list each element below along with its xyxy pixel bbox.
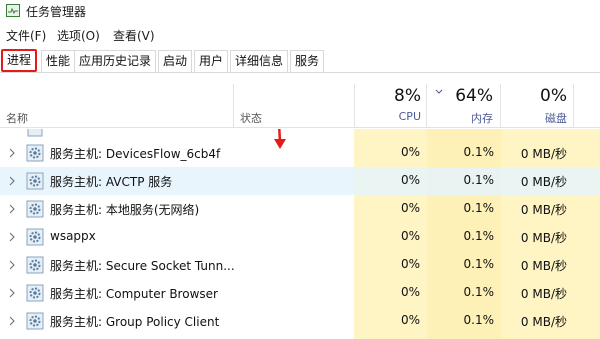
table-row[interactable]: 服务主机: Computer Browser 0% 0.1% 0 MB/秒 bbox=[0, 279, 600, 307]
red-arrow-down-icon bbox=[274, 129, 286, 149]
cell-memory: 0.1% bbox=[463, 257, 495, 271]
cell-memory: 0.1% bbox=[463, 229, 495, 243]
table-row[interactable]: 服务主机: Group Policy Client 0% 0.1% 0 MB/秒 bbox=[0, 307, 600, 335]
title-bar: 任务管理器 bbox=[0, 0, 600, 22]
process-name: 服务主机: DevicesFlow_6cb4f bbox=[50, 147, 221, 161]
column-divider[interactable] bbox=[233, 84, 234, 128]
cell-disk: 0 MB/秒 bbox=[520, 147, 567, 161]
header-disk-label[interactable]: 磁盘 bbox=[501, 110, 567, 126]
cell-cpu: 0% bbox=[400, 257, 420, 271]
cell-memory: 0.1% bbox=[463, 285, 495, 299]
table-row[interactable]: 服务主机: Secure Socket Tunn... 0% 0.1% 0 MB/秒 bbox=[0, 251, 600, 279]
cell-cpu: 0% bbox=[400, 229, 420, 243]
chevron-right-icon[interactable] bbox=[8, 176, 16, 186]
cell-cpu: 0% bbox=[400, 285, 420, 299]
cell-cpu: 0% bbox=[400, 145, 420, 159]
cell-memory: 0.1% bbox=[463, 313, 495, 327]
header-cpu-label[interactable]: CPU bbox=[355, 110, 421, 123]
header-status[interactable]: 状态 bbox=[240, 110, 262, 126]
chevron-right-icon[interactable] bbox=[8, 316, 16, 326]
gear-icon bbox=[26, 228, 44, 246]
gear-icon bbox=[26, 144, 44, 162]
column-header: 名称 状态 8% CPU 64% 内存 0% 磁盘 bbox=[0, 84, 600, 128]
menu-file[interactable]: 文件(F) bbox=[6, 27, 46, 44]
cell-disk: 0 MB/秒 bbox=[520, 315, 567, 329]
cell-cpu: 0% bbox=[400, 173, 420, 187]
cell-memory: 0.1% bbox=[463, 145, 495, 159]
header-disk-percent[interactable]: 0% bbox=[501, 86, 567, 106]
table-row[interactable]: 服务主机: 本地服务(无网络) 0% 0.1% 0 MB/秒 bbox=[0, 195, 600, 223]
chevron-right-icon[interactable] bbox=[8, 288, 16, 298]
menu-bar: 文件(F) 选项(O) 查看(V) bbox=[0, 25, 600, 45]
tab-processes[interactable]: 进程 bbox=[1, 49, 38, 72]
chevron-right-icon[interactable] bbox=[8, 148, 16, 158]
header-memory-percent[interactable]: 64% bbox=[427, 86, 493, 106]
gear-icon bbox=[27, 129, 43, 137]
gear-icon bbox=[26, 200, 44, 218]
table-row[interactable]: 服务主机: AVCTP 服务 0% 0.1% 0 MB/秒 bbox=[0, 167, 600, 195]
tab-details[interactable]: 详细信息 bbox=[230, 50, 289, 72]
cell-cpu: 0% bbox=[400, 201, 420, 215]
gear-icon bbox=[26, 284, 44, 302]
header-memory-label[interactable]: 内存 bbox=[427, 110, 493, 126]
tab-startup[interactable]: 启动 bbox=[158, 50, 193, 72]
cell-memory: 0.1% bbox=[463, 201, 495, 215]
menu-options[interactable]: 选项(O) bbox=[57, 27, 100, 44]
gear-icon bbox=[26, 172, 44, 190]
chevron-right-icon[interactable] bbox=[8, 260, 16, 270]
header-name[interactable]: 名称 bbox=[6, 110, 28, 126]
cell-disk: 0 MB/秒 bbox=[520, 203, 567, 217]
menu-view[interactable]: 查看(V) bbox=[113, 27, 155, 44]
task-manager-icon bbox=[6, 4, 20, 17]
cell-memory: 0.1% bbox=[463, 173, 495, 187]
cell-disk: 0 MB/秒 bbox=[520, 231, 567, 245]
process-name: 服务主机: 本地服务(无网络) bbox=[50, 203, 200, 217]
header-cpu-percent[interactable]: 8% bbox=[355, 86, 421, 106]
cell-disk: 0 MB/秒 bbox=[520, 175, 567, 189]
process-list: 服务主机: DevicesFlow_6cb4f 0% 0.1% 0 MB/秒 服务主机:… bbox=[0, 129, 600, 339]
tab-services[interactable]: 服务 bbox=[290, 50, 325, 72]
gear-icon bbox=[26, 312, 44, 330]
cell-cpu: 0% bbox=[400, 313, 420, 327]
tab-bar: 进程 性能 应用历史记录 启动 用户 详细信息 服务 bbox=[0, 48, 600, 73]
window-title: 任务管理器 bbox=[26, 5, 87, 19]
process-name: 服务主机: Computer Browser bbox=[50, 287, 218, 301]
cell-disk: 0 MB/秒 bbox=[520, 287, 567, 301]
cell-disk: 0 MB/秒 bbox=[520, 259, 567, 273]
tab-app-history[interactable]: 应用历史记录 bbox=[74, 50, 157, 72]
process-name: 服务主机: AVCTP 服务 bbox=[50, 175, 173, 189]
table-row[interactable]: wsappx 0% 0.1% 0 MB/秒 bbox=[0, 223, 600, 251]
process-name: 服务主机: Secure Socket Tunn... bbox=[50, 259, 235, 273]
chevron-right-icon[interactable] bbox=[8, 204, 16, 214]
process-name: wsappx bbox=[50, 229, 96, 243]
process-name: 服务主机: Group Policy Client bbox=[50, 315, 220, 329]
gear-icon bbox=[26, 256, 44, 274]
column-divider[interactable] bbox=[573, 84, 574, 128]
tab-users[interactable]: 用户 bbox=[194, 50, 229, 72]
chevron-right-icon[interactable] bbox=[8, 232, 16, 242]
tab-performance[interactable]: 性能 bbox=[41, 50, 76, 72]
table-row[interactable]: 服务主机: DevicesFlow_6cb4f 0% 0.1% 0 MB/秒 bbox=[0, 139, 600, 167]
